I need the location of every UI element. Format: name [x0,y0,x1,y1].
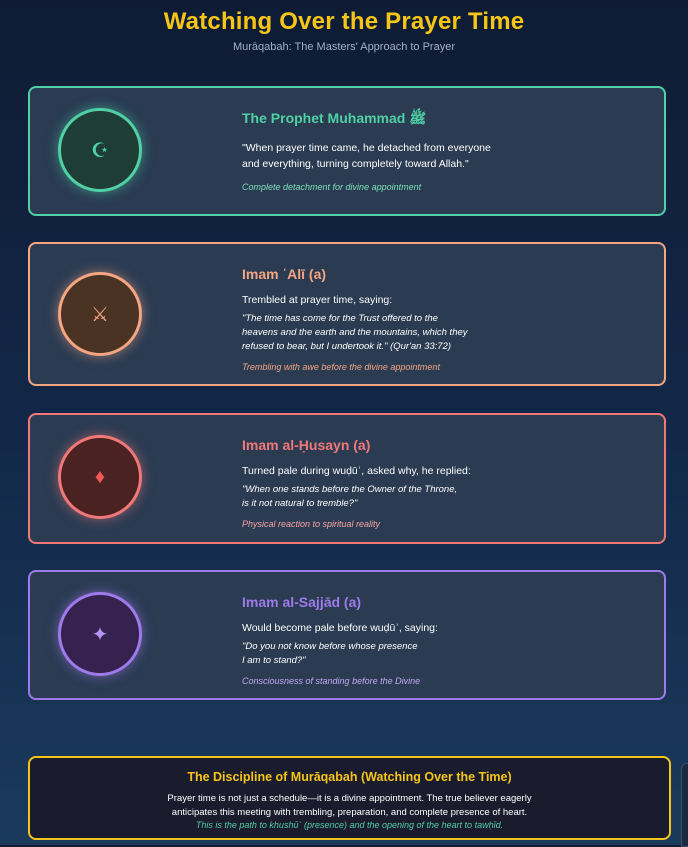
master-quote: "Do you not know before whose presence I… [242,640,644,668]
quote-line: "When prayer time came, he detached from… [242,142,491,154]
quote-line: "When one stands before the Owner of the… [242,484,458,495]
quote-line: I am to stand?" [242,655,306,666]
discipline-footer: This is the path to khushūʿ (presence) a… [195,820,504,830]
adjacent-panel-edge [681,763,688,847]
master-note: Trembling with awe before the divine app… [242,362,440,372]
quote-line: refused to bear, but I undertook it." (Q… [242,341,452,352]
quote-line: is it not natural to tremble?" [242,498,358,509]
master-note: Complete detachment for divine appointme… [242,182,422,192]
quote-line: and everything, turning completely towar… [242,158,469,170]
master-name: Imam al-Sajjād (a) [242,594,362,610]
master-note: Consciousness of standing before the Div… [242,676,421,686]
card-content: Imam al-Sajjād (a) Would become pale bef… [242,594,644,686]
crescent-star-icon: ☪ [58,108,142,192]
master-note: Physical reaction to spiritual reality [242,519,381,529]
master-card-husayn: ♦ Imam al-Ḥusayn (a) Turned pale during … [28,413,666,544]
master-quote: "The time has come for the Trust offered… [242,312,644,354]
quote-line: heavens and the earth and the mountains,… [242,327,468,338]
card-content: Imam al-Ḥusayn (a) Turned pale during wu… [242,437,644,529]
sparkle-icon: ✦ [58,592,142,676]
discipline-line: Prayer time is not just a schedule—it is… [167,793,532,804]
master-name: Imam ʿAlī (a) [242,266,327,282]
discipline-line: anticipates this meeting with trembling,… [171,807,528,818]
quote-line: "The time has come for the Trust offered… [242,313,438,324]
discipline-box: The Discipline of Murāqabah (Watching Ov… [28,756,671,840]
master-lead: Turned pale during wuḍūʾ, asked why, he … [242,465,471,477]
master-name: Imam al-Ḥusayn (a) [242,437,371,453]
master-name: The Prophet Muhammad ﷺ [242,110,427,126]
discipline-body: Prayer time is not just a schedule—it is… [30,792,669,820]
master-card-prophet: ☪ The Prophet Muhammad ﷺ "When prayer ti… [28,86,666,216]
master-card-sajjad: ✦ Imam al-Sajjād (a) Would become pale b… [28,570,666,700]
master-lead: Trembled at prayer time, saying: [242,294,393,306]
page-subtitle: Murāqabah: The Masters' Approach to Pray… [232,41,455,53]
master-quote: "When one stands before the Owner of the… [242,483,644,511]
discipline-title: The Discipline of Murāqabah (Watching Ov… [187,770,512,784]
page-title: Watching Over the Prayer Time [163,8,525,35]
master-quote: "When prayer time came, he detached from… [242,140,644,172]
diamond-icon: ♦ [58,435,142,519]
crossed-swords-icon: ⚔ [58,272,142,356]
card-content: Imam ʿAlī (a) Trembled at prayer time, s… [242,266,644,372]
master-lead: Would become pale before wuḍūʾ, saying: [242,622,438,634]
card-content: The Prophet Muhammad ﷺ "When prayer time… [242,110,644,192]
quote-line: "Do you not know before whose presence [242,641,418,652]
master-card-ali: ⚔ Imam ʿAlī (a) Trembled at prayer time,… [28,242,666,386]
